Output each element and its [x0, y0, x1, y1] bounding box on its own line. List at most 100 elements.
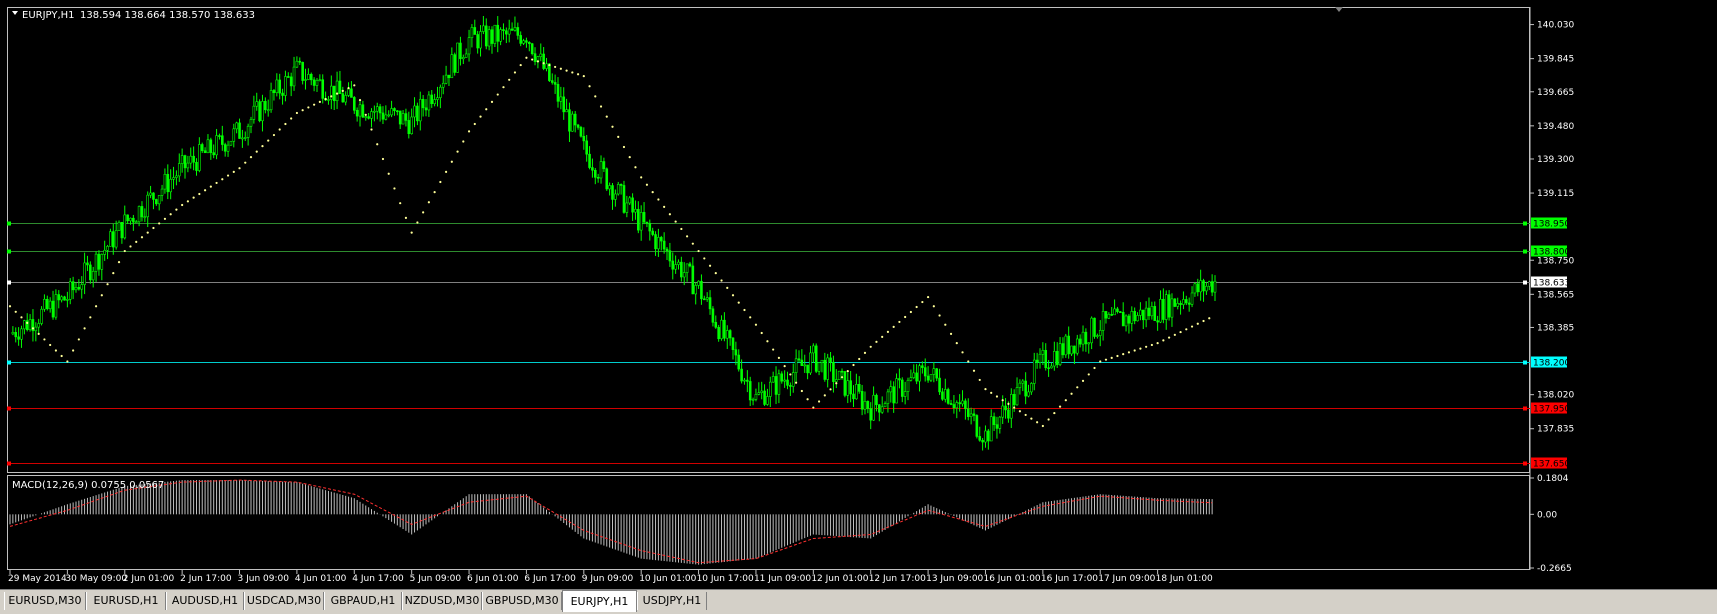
sar-dot — [703, 257, 706, 260]
price-tick-label: 139.665 — [1537, 88, 1574, 98]
candle-body — [823, 359, 827, 380]
level-handle-left[interactable] — [7, 461, 11, 466]
sar-dot — [358, 98, 362, 102]
candle-body — [602, 161, 606, 170]
level-handle-right[interactable] — [1523, 360, 1527, 365]
chart-tab[interactable]: NZDUSD,M30 — [402, 592, 482, 610]
level-handle-left[interactable] — [7, 280, 11, 285]
candle-body — [906, 379, 910, 392]
chart-shift-marker-icon[interactable] — [1335, 7, 1343, 12]
candle-body — [252, 105, 256, 120]
candle-body — [516, 27, 520, 36]
sar-dot — [479, 115, 482, 118]
sar-dot — [915, 305, 918, 309]
chart-tab[interactable]: GBPAUD,H1 — [324, 592, 402, 610]
candle-body — [625, 202, 629, 213]
candle-body — [1024, 380, 1027, 397]
sar-dot — [330, 95, 333, 98]
candle-body — [384, 114, 388, 120]
candle-body — [1055, 351, 1059, 365]
candle-body — [1030, 383, 1033, 393]
level-handle-right[interactable] — [1523, 221, 1527, 226]
candle-body — [932, 368, 936, 375]
chart-tab[interactable]: GBPUSD,M30 — [482, 592, 562, 610]
level-handle-left[interactable] — [7, 221, 11, 226]
sar-dot — [1053, 411, 1056, 415]
dropdown-arrow-icon[interactable] — [12, 11, 18, 15]
sar-dot — [8, 305, 12, 308]
level-handle-left[interactable] — [7, 360, 11, 365]
sar-dot — [221, 178, 224, 181]
chart-tab[interactable]: AUDUSD,H1 — [166, 592, 244, 610]
candle-body — [1027, 391, 1030, 397]
level-handle-right[interactable] — [1523, 249, 1527, 254]
sar-dot — [783, 365, 786, 368]
level-handle-right[interactable] — [1523, 461, 1527, 466]
sar-dot — [410, 231, 413, 234]
sar-dot — [43, 338, 46, 341]
time-tick-label: 4 Jun 17:00 — [352, 574, 404, 584]
candle-body — [791, 372, 795, 387]
candle-body — [1090, 317, 1093, 344]
sar-dot — [651, 191, 654, 194]
macd-tick-label: 0.00 — [1537, 510, 1557, 520]
candle-body — [381, 112, 385, 120]
symbol-header: EURJPY,H1 — [22, 10, 75, 21]
candle-body — [1130, 310, 1134, 324]
price-tick-label: 137.835 — [1537, 425, 1574, 435]
candle-body — [493, 24, 497, 44]
sar-dot — [244, 161, 247, 164]
candle-body — [628, 197, 632, 204]
sar-dot — [749, 316, 752, 319]
candle-body — [961, 400, 964, 405]
candle-body — [746, 379, 749, 382]
sar-dot — [634, 166, 637, 169]
sar-dot — [106, 283, 109, 286]
sar-dot — [278, 128, 281, 131]
sar-dot — [904, 315, 907, 319]
candle-body — [281, 92, 284, 96]
level-handle-left[interactable] — [7, 249, 11, 254]
candle-body — [390, 108, 393, 116]
level-handle-left[interactable] — [7, 406, 11, 411]
candle-body — [539, 53, 543, 58]
candle-body — [786, 379, 789, 386]
chart-canvas[interactable]: 138.950138.800138.633138.200137.950137.6… — [0, 0, 1717, 589]
sar-dot — [1202, 319, 1205, 323]
candle-body — [731, 337, 735, 350]
chart-tab[interactable]: EURUSD,M30 — [4, 592, 86, 610]
level-handle-right[interactable] — [1523, 406, 1527, 411]
sar-dot — [817, 400, 821, 403]
level-handle-right[interactable] — [1523, 280, 1527, 285]
candle-body — [1009, 394, 1013, 419]
candle-body — [51, 300, 55, 318]
macd-title: MACD(12,26,9) 0.0755 0.0567 — [12, 480, 164, 491]
candle-body — [132, 217, 135, 223]
chart-tab[interactable]: USDCAD,M30 — [244, 592, 324, 610]
candle-body — [703, 298, 706, 301]
candle-body — [829, 357, 832, 363]
candle-body — [347, 88, 350, 96]
chart-tab[interactable]: EURJPY,H1 — [562, 590, 637, 612]
candle-body — [427, 94, 431, 111]
candle-body — [421, 98, 425, 109]
candle-body — [889, 386, 893, 393]
level-price-label: 137.650 — [1533, 460, 1570, 470]
sar-dot — [743, 308, 746, 312]
candle-body — [292, 66, 296, 87]
candle-body — [981, 439, 984, 443]
candle-body — [1156, 320, 1159, 323]
chart-tab[interactable]: USDJPY,H1 — [637, 592, 707, 610]
candle-body — [396, 110, 399, 113]
candle-body — [1173, 298, 1177, 307]
time-tick-label: 6 Jun 01:00 — [467, 574, 519, 584]
sar-dot — [835, 382, 838, 385]
candle-body — [146, 194, 150, 218]
sar-dot — [967, 360, 970, 363]
chart-tab[interactable]: EURUSD,H1 — [86, 592, 166, 610]
candle-body — [109, 231, 112, 247]
candle-body — [849, 380, 852, 395]
sar-dot — [944, 323, 947, 326]
candle-body — [23, 320, 26, 330]
sar-dot — [1150, 343, 1153, 347]
